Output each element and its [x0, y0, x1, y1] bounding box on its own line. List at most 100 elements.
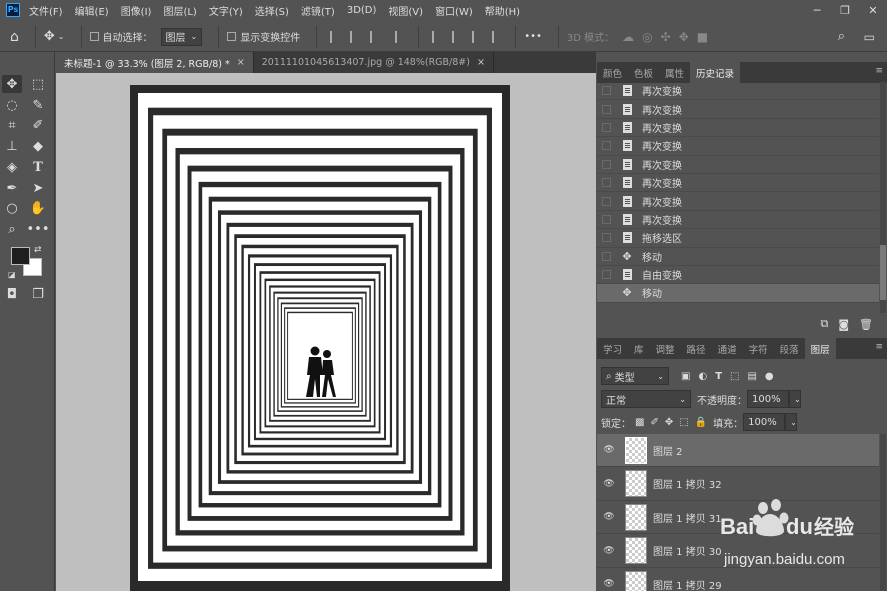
history-item[interactable]: 再次变换: [597, 100, 879, 119]
history-brush-source-checkbox[interactable]: [602, 159, 611, 169]
history-brush-source-checkbox[interactable]: [602, 122, 611, 132]
visibility-eye-icon[interactable]: 👁: [599, 445, 619, 455]
history-brush-source-checkbox[interactable]: [602, 178, 611, 188]
align-bottom-icon[interactable]: [472, 30, 482, 43]
doc-tab[interactable]: 20111101045613407.jpg @ 148%(RGB/8#) ×: [254, 52, 494, 73]
history-item[interactable]: 再次变换: [597, 119, 879, 138]
fill-chevron-icon[interactable]: ⌄: [785, 413, 798, 431]
filter-toggle-icon[interactable]: ●: [765, 371, 774, 382]
close-tab-icon[interactable]: ×: [237, 57, 245, 68]
filter-shape-icon[interactable]: ⬚: [730, 371, 739, 382]
canvas-background[interactable]: [56, 73, 596, 591]
filter-smart-icon[interactable]: ▤: [747, 371, 756, 382]
close-tab-icon[interactable]: ×: [477, 57, 485, 68]
quick-select-tool-icon[interactable]: ✎: [28, 96, 48, 114]
visibility-eye-icon[interactable]: 👁: [599, 512, 619, 522]
menu-type[interactable]: 文字(Y): [209, 3, 243, 18]
move-tool-icon[interactable]: ✥: [2, 75, 22, 93]
history-brush-source-checkbox[interactable]: [602, 196, 611, 206]
snapshot-camera-icon[interactable]: ◙: [838, 318, 849, 331]
lock-all-icon[interactable]: 🔒: [695, 417, 707, 428]
history-scrollbar[interactable]: [880, 82, 886, 313]
tab-properties[interactable]: 属性: [659, 62, 690, 83]
document-canvas[interactable]: [130, 85, 510, 591]
tab-history[interactable]: 历史记录: [690, 62, 741, 83]
filter-pixel-icon[interactable]: ▣: [681, 371, 690, 382]
menu-filter[interactable]: 滤镜(T): [301, 3, 335, 18]
history-brush-source-checkbox[interactable]: [602, 214, 611, 224]
history-brush-source-checkbox[interactable]: [602, 270, 611, 280]
3d-orbit-icon[interactable]: ☁: [622, 30, 634, 44]
lasso-tool-icon[interactable]: ◌: [2, 96, 22, 114]
tab-libraries[interactable]: 库: [628, 338, 650, 359]
visibility-eye-icon[interactable]: 👁: [599, 546, 619, 556]
new-document-from-state-icon[interactable]: ⧉: [820, 317, 828, 331]
align-vcenter-icon[interactable]: [452, 30, 462, 43]
text-tool-icon[interactable]: T: [28, 158, 48, 176]
brush-tool-icon[interactable]: ✐: [28, 116, 48, 134]
minimize-icon[interactable]: ─: [803, 0, 831, 20]
more-tools-icon[interactable]: •••: [27, 220, 50, 238]
3d-slide-icon[interactable]: ✥: [679, 30, 689, 44]
visibility-eye-icon[interactable]: 👁: [599, 579, 619, 589]
history-item[interactable]: 再次变换: [597, 156, 879, 174]
blend-mode-dropdown[interactable]: 正常 ⌄: [601, 390, 691, 408]
menu-3d[interactable]: 3D(D): [347, 5, 377, 16]
history-brush-source-checkbox[interactable]: [602, 288, 611, 298]
align-left-icon[interactable]: [330, 30, 340, 43]
distribute-icon[interactable]: [492, 30, 502, 43]
stamp-tool-icon[interactable]: ⊥: [2, 137, 22, 155]
menu-help[interactable]: 帮助(H): [485, 3, 520, 18]
ellipse-tool-icon[interactable]: ○: [2, 199, 22, 217]
workspace-icon[interactable]: ▭: [864, 30, 875, 44]
menu-view[interactable]: 视图(V): [388, 3, 423, 18]
history-item[interactable]: 再次变换: [597, 211, 879, 230]
show-transform-checkbox[interactable]: 显示变换控件: [227, 29, 300, 44]
align-hcenter-icon[interactable]: [350, 30, 360, 43]
history-item[interactable]: 拖移选区: [597, 229, 879, 248]
search-icon[interactable]: ⌕: [838, 29, 845, 44]
history-item[interactable]: 再次变换: [597, 82, 879, 101]
eraser-tool-icon[interactable]: ◆: [28, 137, 48, 155]
menu-window[interactable]: 窗口(W): [435, 3, 473, 18]
fill-input[interactable]: 100%: [743, 413, 786, 431]
opacity-chevron-icon[interactable]: ⌄: [789, 390, 801, 408]
panel-menu-icon[interactable]: ≡: [875, 66, 883, 76]
auto-select-checkbox[interactable]: 自动选择：: [89, 29, 153, 44]
more-options-button[interactable]: •••: [524, 31, 542, 42]
hand-tool-icon[interactable]: ✋: [28, 199, 48, 217]
tab-channels[interactable]: 通道: [712, 338, 743, 359]
bucket-tool-icon[interactable]: ◈: [2, 158, 22, 176]
history-item[interactable]: 自由变换: [597, 266, 879, 285]
swap-colors-icon[interactable]: ⇄: [34, 245, 42, 255]
history-brush-source-checkbox[interactable]: [602, 86, 611, 96]
path-select-tool-icon[interactable]: ➤: [28, 179, 48, 197]
tab-character[interactable]: 字符: [743, 338, 774, 359]
filter-type-icon[interactable]: T: [715, 371, 722, 382]
menu-edit[interactable]: 编辑(E): [75, 3, 109, 18]
tab-adjustments[interactable]: 调整: [650, 338, 681, 359]
lock-position-icon[interactable]: ✥: [665, 417, 673, 428]
tab-paragraph[interactable]: 段落: [774, 338, 805, 359]
home-icon[interactable]: ⌂: [10, 29, 19, 45]
panel-menu-icon[interactable]: ≡: [875, 342, 883, 352]
tab-color[interactable]: 颜色: [597, 62, 628, 83]
scrollbar-thumb[interactable]: [880, 245, 886, 300]
3d-pan-icon[interactable]: ✣: [661, 30, 671, 44]
default-colors-icon[interactable]: ◪: [8, 270, 16, 279]
lock-paint-icon[interactable]: ✐: [650, 417, 658, 428]
history-item[interactable]: 再次变换: [597, 137, 879, 156]
menu-layer[interactable]: 图层(L): [163, 3, 196, 18]
doc-tab-active[interactable]: 未标题-1 @ 33.3% (图层 2, RGB/8) * ×: [56, 52, 254, 73]
screen-mode-icon[interactable]: ❐: [28, 285, 48, 303]
trash-icon[interactable]: 🗑: [859, 318, 873, 331]
tab-layers[interactable]: 图层: [804, 338, 836, 359]
menu-file[interactable]: 文件(F): [29, 3, 63, 18]
history-brush-source-checkbox[interactable]: [602, 251, 611, 261]
tab-learn[interactable]: 学习: [597, 338, 628, 359]
history-brush-source-checkbox[interactable]: [602, 141, 611, 151]
history-item[interactable]: 再次变换: [597, 192, 879, 211]
align-distribute-icon[interactable]: [395, 30, 405, 43]
layers-scrollbar[interactable]: [880, 434, 886, 591]
visibility-eye-icon[interactable]: 👁: [599, 479, 619, 489]
